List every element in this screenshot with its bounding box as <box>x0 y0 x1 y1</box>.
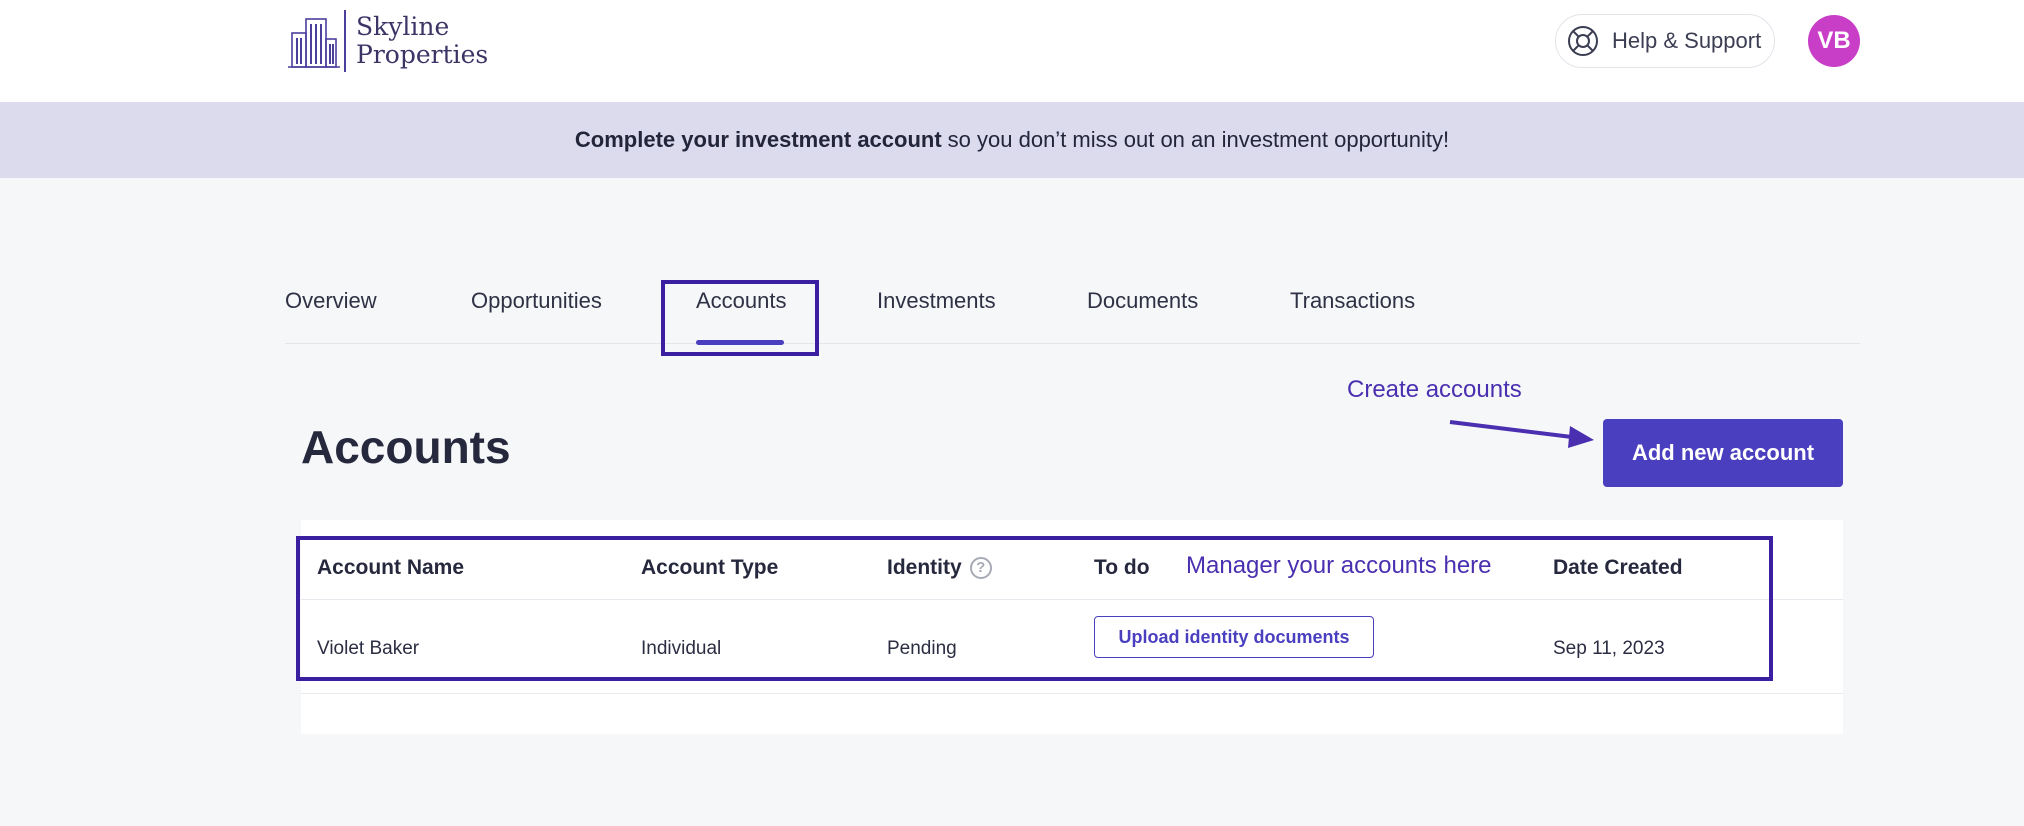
tab-documents[interactable]: Documents <box>1087 288 1198 314</box>
completion-banner: Complete your investment account so you … <box>0 102 2024 178</box>
create-accounts-annotation: Create accounts <box>1347 376 1522 403</box>
user-avatar[interactable]: VB <box>1808 15 1860 67</box>
accounts-table-highlight <box>296 536 1773 681</box>
nav-tabs: Overview Opportunities Accounts Investme… <box>285 280 1860 344</box>
help-support-label: Help & Support <box>1612 28 1762 53</box>
tab-opportunities[interactable]: Opportunities <box>471 288 602 314</box>
accounts-tab-highlight <box>661 280 819 356</box>
brand-line-1: Skyline <box>356 12 450 41</box>
tab-investments[interactable]: Investments <box>877 288 996 314</box>
brand-line-2: Properties <box>356 40 489 69</box>
tab-overview[interactable]: Overview <box>285 288 377 314</box>
add-new-account-button[interactable]: Add new account <box>1603 419 1843 487</box>
brand-logo[interactable]: Skyline Properties <box>288 10 488 72</box>
banner-bold-text: Complete your investment account <box>574 127 942 152</box>
annotation-arrow-icon <box>1449 420 1594 448</box>
tab-transactions[interactable]: Transactions <box>1290 288 1415 314</box>
lifebuoy-icon <box>1568 26 1598 56</box>
help-support-button[interactable]: Help & Support <box>1555 14 1775 68</box>
logo-divider <box>344 10 346 72</box>
page-title: Accounts <box>301 421 511 473</box>
building-icon <box>288 18 340 68</box>
banner-text: so you don’t miss out on an investment o… <box>947 127 1450 152</box>
manage-accounts-annotation: Manager your accounts here <box>1186 552 1492 579</box>
top-bar: Skyline Properties Help & Support VB <box>0 0 2024 102</box>
brand-name: Skyline Properties <box>356 13 488 69</box>
